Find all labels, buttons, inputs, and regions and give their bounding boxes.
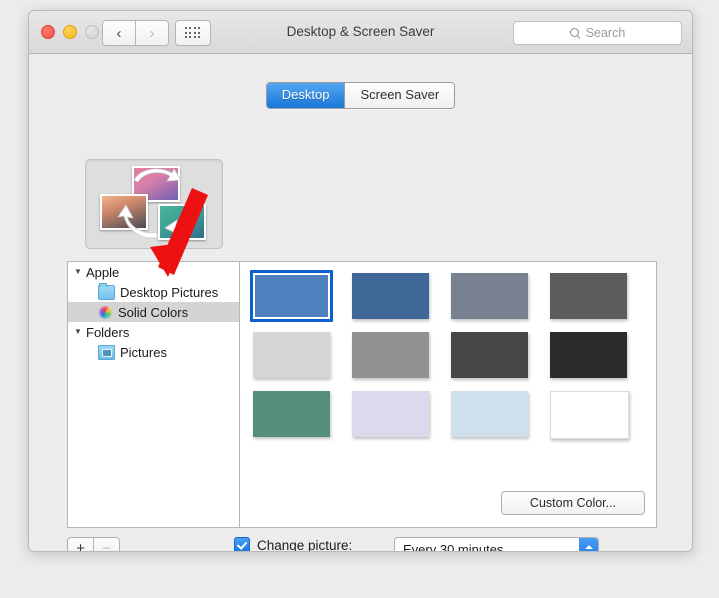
swatch-blue[interactable] xyxy=(250,270,333,322)
swatch-pale-blue[interactable] xyxy=(448,388,531,440)
sidebar-item-desktop-pictures[interactable]: Desktop Pictures xyxy=(68,282,240,302)
swatch-fill xyxy=(352,332,429,378)
swatch-fill xyxy=(550,273,627,319)
tab-desktop[interactable]: Desktop xyxy=(266,83,345,109)
swatch-light-gray[interactable] xyxy=(250,329,333,381)
sidebar-item-label: Apple xyxy=(86,264,120,280)
change-picture-row[interactable]: Change picture: xyxy=(234,533,353,552)
options-group: Change picture: Random order xyxy=(234,533,353,552)
color-wheel-icon xyxy=(98,304,113,320)
swatch-slate-blue[interactable] xyxy=(448,270,531,322)
pictures-folder-icon xyxy=(98,344,115,360)
remove-folder-button[interactable]: − xyxy=(94,537,120,551)
custom-color-button[interactable]: Custom Color... xyxy=(501,491,645,515)
swatch-fill xyxy=(550,332,627,378)
stepper-arrows-icon[interactable] xyxy=(579,538,598,551)
color-swatch-grid xyxy=(250,270,630,447)
swatch-fill xyxy=(253,273,330,319)
chevron-down-icon xyxy=(584,550,593,551)
sidebar-group-folders[interactable]: ▼ Folders xyxy=(68,322,240,342)
desktop-preview[interactable] xyxy=(85,159,223,249)
window-titlebar: ‹ › Desktop & Screen Saver Search xyxy=(29,11,692,54)
swatch-fill xyxy=(451,273,528,319)
swatch-teal-green[interactable] xyxy=(250,388,333,440)
sidebar-group-apple[interactable]: ▼ Apple xyxy=(68,262,240,282)
swatch-fill xyxy=(253,332,330,378)
swatch-dark-gray[interactable] xyxy=(547,270,630,322)
search-icon xyxy=(569,27,581,39)
color-grid-panel: Custom Color... xyxy=(239,261,657,528)
chevron-up-icon xyxy=(584,544,593,549)
swatch-lavender[interactable] xyxy=(349,388,432,440)
swatch-fill xyxy=(550,391,629,439)
sidebar-item-label: Desktop Pictures xyxy=(120,284,219,300)
sidebar-item-solid-colors[interactable]: Solid Colors xyxy=(68,302,240,322)
swatch-fill xyxy=(352,391,429,437)
swatch-fill xyxy=(352,273,429,319)
tab-screen-saver[interactable]: Screen Saver xyxy=(344,83,455,109)
preferences-window: ‹ › Desktop & Screen Saver Search Deskto… xyxy=(28,10,693,552)
change-picture-checkbox[interactable] xyxy=(234,537,250,551)
swatch-charcoal[interactable] xyxy=(448,329,531,381)
swatch-fill xyxy=(253,391,330,437)
sidebar-item-pictures[interactable]: Pictures xyxy=(68,342,240,362)
tab-bar: Desktop Screen Saver xyxy=(29,82,692,110)
change-picture-label: Change picture: xyxy=(257,537,353,552)
add-remove-folder-buttons: + − xyxy=(67,537,120,551)
swatch-near-black[interactable] xyxy=(547,329,630,381)
swatch-fill xyxy=(451,391,528,437)
search-field[interactable]: Search xyxy=(513,21,682,45)
swatch-fill xyxy=(451,332,528,378)
window-content: Desktop Screen Saver ▼ Apple Desktop Pic… xyxy=(29,54,692,551)
sidebar-item-label: Folders xyxy=(86,324,130,340)
interval-value: Every 30 minutes xyxy=(403,542,504,552)
sidebar-item-label: Pictures xyxy=(120,344,167,360)
swatch-white[interactable] xyxy=(547,388,630,440)
swatch-dark-blue[interactable] xyxy=(349,270,432,322)
segmented-control: Desktop Screen Saver xyxy=(265,82,456,110)
source-list[interactable]: ▼ Apple Desktop Pictures Solid Colors ▼ … xyxy=(67,261,241,528)
rotating-arrows-icon xyxy=(117,168,197,239)
disclosure-triangle-icon[interactable]: ▼ xyxy=(74,328,86,336)
search-placeholder: Search xyxy=(585,26,626,40)
disclosure-triangle-icon[interactable]: ▼ xyxy=(74,268,86,276)
folder-icon xyxy=(98,282,115,300)
swatch-medium-gray[interactable] xyxy=(349,329,432,381)
sidebar-item-label: Solid Colors xyxy=(118,304,189,320)
interval-popup-button[interactable]: Every 30 minutes xyxy=(394,537,599,552)
add-folder-button[interactable]: + xyxy=(67,537,94,551)
